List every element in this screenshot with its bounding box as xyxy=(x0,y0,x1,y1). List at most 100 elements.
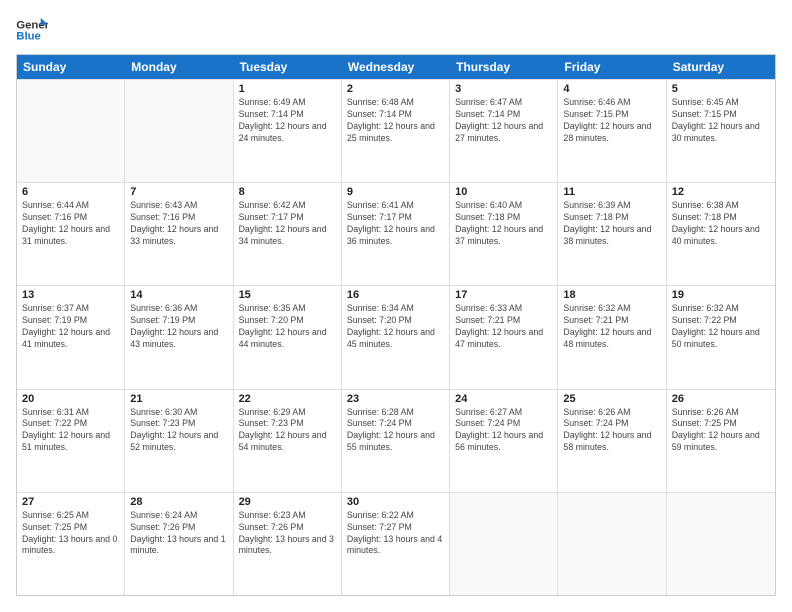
day-info: Sunrise: 6:26 AM Sunset: 7:25 PM Dayligh… xyxy=(672,407,770,455)
day-number: 19 xyxy=(672,289,770,301)
svg-text:Blue: Blue xyxy=(16,31,41,43)
calendar-cell: 13 Sunrise: 6:37 AM Sunset: 7:19 PM Dayli… xyxy=(17,286,125,388)
weekday-header: Friday xyxy=(558,55,666,79)
calendar-week-row: 27 Sunrise: 6:25 AM Sunset: 7:25 PM Dayli… xyxy=(17,492,775,595)
header: General Blue xyxy=(16,16,776,44)
day-info: Sunrise: 6:47 AM Sunset: 7:14 PM Dayligh… xyxy=(455,97,552,145)
day-number: 27 xyxy=(22,496,119,508)
calendar: SundayMondayTuesdayWednesdayThursdayFrid… xyxy=(16,54,776,596)
day-info: Sunrise: 6:23 AM Sunset: 7:26 PM Dayligh… xyxy=(239,510,336,558)
day-number: 8 xyxy=(239,186,336,198)
weekday-header: Saturday xyxy=(667,55,775,79)
calendar-cell: 5 Sunrise: 6:45 AM Sunset: 7:15 PM Daylig… xyxy=(667,80,775,182)
day-number: 23 xyxy=(347,393,444,405)
calendar-cell: 16 Sunrise: 6:34 AM Sunset: 7:20 PM Dayli… xyxy=(342,286,450,388)
day-info: Sunrise: 6:41 AM Sunset: 7:17 PM Dayligh… xyxy=(347,200,444,248)
day-number: 11 xyxy=(563,186,660,198)
day-number: 20 xyxy=(22,393,119,405)
calendar-cell: 10 Sunrise: 6:40 AM Sunset: 7:18 PM Dayli… xyxy=(450,183,558,285)
day-number: 29 xyxy=(239,496,336,508)
day-info: Sunrise: 6:29 AM Sunset: 7:23 PM Dayligh… xyxy=(239,407,336,455)
day-info: Sunrise: 6:49 AM Sunset: 7:14 PM Dayligh… xyxy=(239,97,336,145)
calendar-cell: 28Sunrise: 6:24 AM Sunset: 7:26 PM Dayli… xyxy=(125,493,233,595)
calendar-cell: 25Sunrise: 6:26 AM Sunset: 7:24 PM Dayli… xyxy=(558,390,666,492)
calendar-cell: 12Sunrise: 6:38 AM Sunset: 7:18 PM Dayli… xyxy=(667,183,775,285)
day-number: 1 xyxy=(239,83,336,95)
weekday-header: Wednesday xyxy=(342,55,450,79)
day-number: 26 xyxy=(672,393,770,405)
calendar-cell: 2Sunrise: 6:48 AM Sunset: 7:14 PM Daylig… xyxy=(342,80,450,182)
day-number: 12 xyxy=(672,186,770,198)
calendar-cell: 29 Sunrise: 6:23 AM Sunset: 7:26 PM Dayli… xyxy=(234,493,342,595)
calendar-cell: 15Sunrise: 6:35 AM Sunset: 7:20 PM Dayli… xyxy=(234,286,342,388)
calendar-cell: 21Sunrise: 6:30 AM Sunset: 7:23 PM Dayli… xyxy=(125,390,233,492)
day-info: Sunrise: 6:43 AM Sunset: 7:16 PM Dayligh… xyxy=(130,200,227,248)
day-info: Sunrise: 6:48 AM Sunset: 7:14 PM Dayligh… xyxy=(347,97,444,145)
day-info: Sunrise: 6:22 AM Sunset: 7:27 PM Dayligh… xyxy=(347,510,444,558)
calendar-cell: 11Sunrise: 6:39 AM Sunset: 7:18 PM Dayli… xyxy=(558,183,666,285)
logo-icon: General Blue xyxy=(16,16,48,44)
day-number: 13 xyxy=(22,289,119,301)
calendar-cell: 23 Sunrise: 6:28 AM Sunset: 7:24 PM Dayli… xyxy=(342,390,450,492)
day-number: 24 xyxy=(455,393,552,405)
day-info: Sunrise: 6:45 AM Sunset: 7:15 PM Dayligh… xyxy=(672,97,770,145)
calendar-cell: 3Sunrise: 6:47 AM Sunset: 7:14 PM Daylig… xyxy=(450,80,558,182)
calendar-cell: 8 Sunrise: 6:42 AM Sunset: 7:17 PM Daylig… xyxy=(234,183,342,285)
day-number: 6 xyxy=(22,186,119,198)
day-info: Sunrise: 6:44 AM Sunset: 7:16 PM Dayligh… xyxy=(22,200,119,248)
calendar-cell: 20 Sunrise: 6:31 AM Sunset: 7:22 PM Dayli… xyxy=(17,390,125,492)
day-info: Sunrise: 6:32 AM Sunset: 7:22 PM Dayligh… xyxy=(672,303,770,351)
calendar-cell xyxy=(125,80,233,182)
calendar-cell: 7 Sunrise: 6:43 AM Sunset: 7:16 PM Daylig… xyxy=(125,183,233,285)
day-info: Sunrise: 6:36 AM Sunset: 7:19 PM Dayligh… xyxy=(130,303,227,351)
calendar-body: 1 Sunrise: 6:49 AM Sunset: 7:14 PM Daylig… xyxy=(17,79,775,595)
day-number: 30 xyxy=(347,496,444,508)
weekday-header: Sunday xyxy=(17,55,125,79)
day-number: 9 xyxy=(347,186,444,198)
calendar-cell xyxy=(667,493,775,595)
calendar-cell: 24 Sunrise: 6:27 AM Sunset: 7:24 PM Dayli… xyxy=(450,390,558,492)
weekday-header: Monday xyxy=(125,55,233,79)
day-info: Sunrise: 6:25 AM Sunset: 7:25 PM Dayligh… xyxy=(22,510,119,558)
calendar-cell: 6 Sunrise: 6:44 AM Sunset: 7:16 PM Daylig… xyxy=(17,183,125,285)
day-info: Sunrise: 6:34 AM Sunset: 7:20 PM Dayligh… xyxy=(347,303,444,351)
weekday-header: Tuesday xyxy=(234,55,342,79)
calendar-week-row: 1 Sunrise: 6:49 AM Sunset: 7:14 PM Daylig… xyxy=(17,79,775,182)
calendar-week-row: 20 Sunrise: 6:31 AM Sunset: 7:22 PM Dayli… xyxy=(17,389,775,492)
day-number: 18 xyxy=(563,289,660,301)
calendar-cell xyxy=(558,493,666,595)
day-number: 17 xyxy=(455,289,552,301)
logo: General Blue xyxy=(16,16,48,44)
day-number: 5 xyxy=(672,83,770,95)
calendar-cell: 18 Sunrise: 6:32 AM Sunset: 7:21 PM Dayli… xyxy=(558,286,666,388)
calendar-cell: 26 Sunrise: 6:26 AM Sunset: 7:25 PM Dayli… xyxy=(667,390,775,492)
day-number: 16 xyxy=(347,289,444,301)
calendar-cell: 22 Sunrise: 6:29 AM Sunset: 7:23 PM Dayli… xyxy=(234,390,342,492)
calendar-week-row: 6 Sunrise: 6:44 AM Sunset: 7:16 PM Daylig… xyxy=(17,182,775,285)
calendar-cell: 1 Sunrise: 6:49 AM Sunset: 7:14 PM Daylig… xyxy=(234,80,342,182)
day-number: 10 xyxy=(455,186,552,198)
calendar-header-row: SundayMondayTuesdayWednesdayThursdayFrid… xyxy=(17,55,775,79)
day-number: 14 xyxy=(130,289,227,301)
calendar-cell: 27 Sunrise: 6:25 AM Sunset: 7:25 PM Dayli… xyxy=(17,493,125,595)
day-info: Sunrise: 6:37 AM Sunset: 7:19 PM Dayligh… xyxy=(22,303,119,351)
calendar-cell: 4Sunrise: 6:46 AM Sunset: 7:15 PM Daylig… xyxy=(558,80,666,182)
day-info: Sunrise: 6:40 AM Sunset: 7:18 PM Dayligh… xyxy=(455,200,552,248)
page: General Blue SundayMondayTuesdayWednesda… xyxy=(0,0,792,612)
day-number: 22 xyxy=(239,393,336,405)
calendar-cell xyxy=(450,493,558,595)
day-number: 7 xyxy=(130,186,227,198)
day-info: Sunrise: 6:42 AM Sunset: 7:17 PM Dayligh… xyxy=(239,200,336,248)
day-info: Sunrise: 6:28 AM Sunset: 7:24 PM Dayligh… xyxy=(347,407,444,455)
calendar-cell: 9 Sunrise: 6:41 AM Sunset: 7:17 PM Daylig… xyxy=(342,183,450,285)
day-number: 15 xyxy=(239,289,336,301)
day-info: Sunrise: 6:33 AM Sunset: 7:21 PM Dayligh… xyxy=(455,303,552,351)
day-number: 25 xyxy=(563,393,660,405)
day-info: Sunrise: 6:31 AM Sunset: 7:22 PM Dayligh… xyxy=(22,407,119,455)
day-info: Sunrise: 6:30 AM Sunset: 7:23 PM Dayligh… xyxy=(130,407,227,455)
day-info: Sunrise: 6:32 AM Sunset: 7:21 PM Dayligh… xyxy=(563,303,660,351)
day-info: Sunrise: 6:27 AM Sunset: 7:24 PM Dayligh… xyxy=(455,407,552,455)
calendar-cell: 30 Sunrise: 6:22 AM Sunset: 7:27 PM Dayli… xyxy=(342,493,450,595)
weekday-header: Thursday xyxy=(450,55,558,79)
calendar-cell: 19 Sunrise: 6:32 AM Sunset: 7:22 PM Dayli… xyxy=(667,286,775,388)
